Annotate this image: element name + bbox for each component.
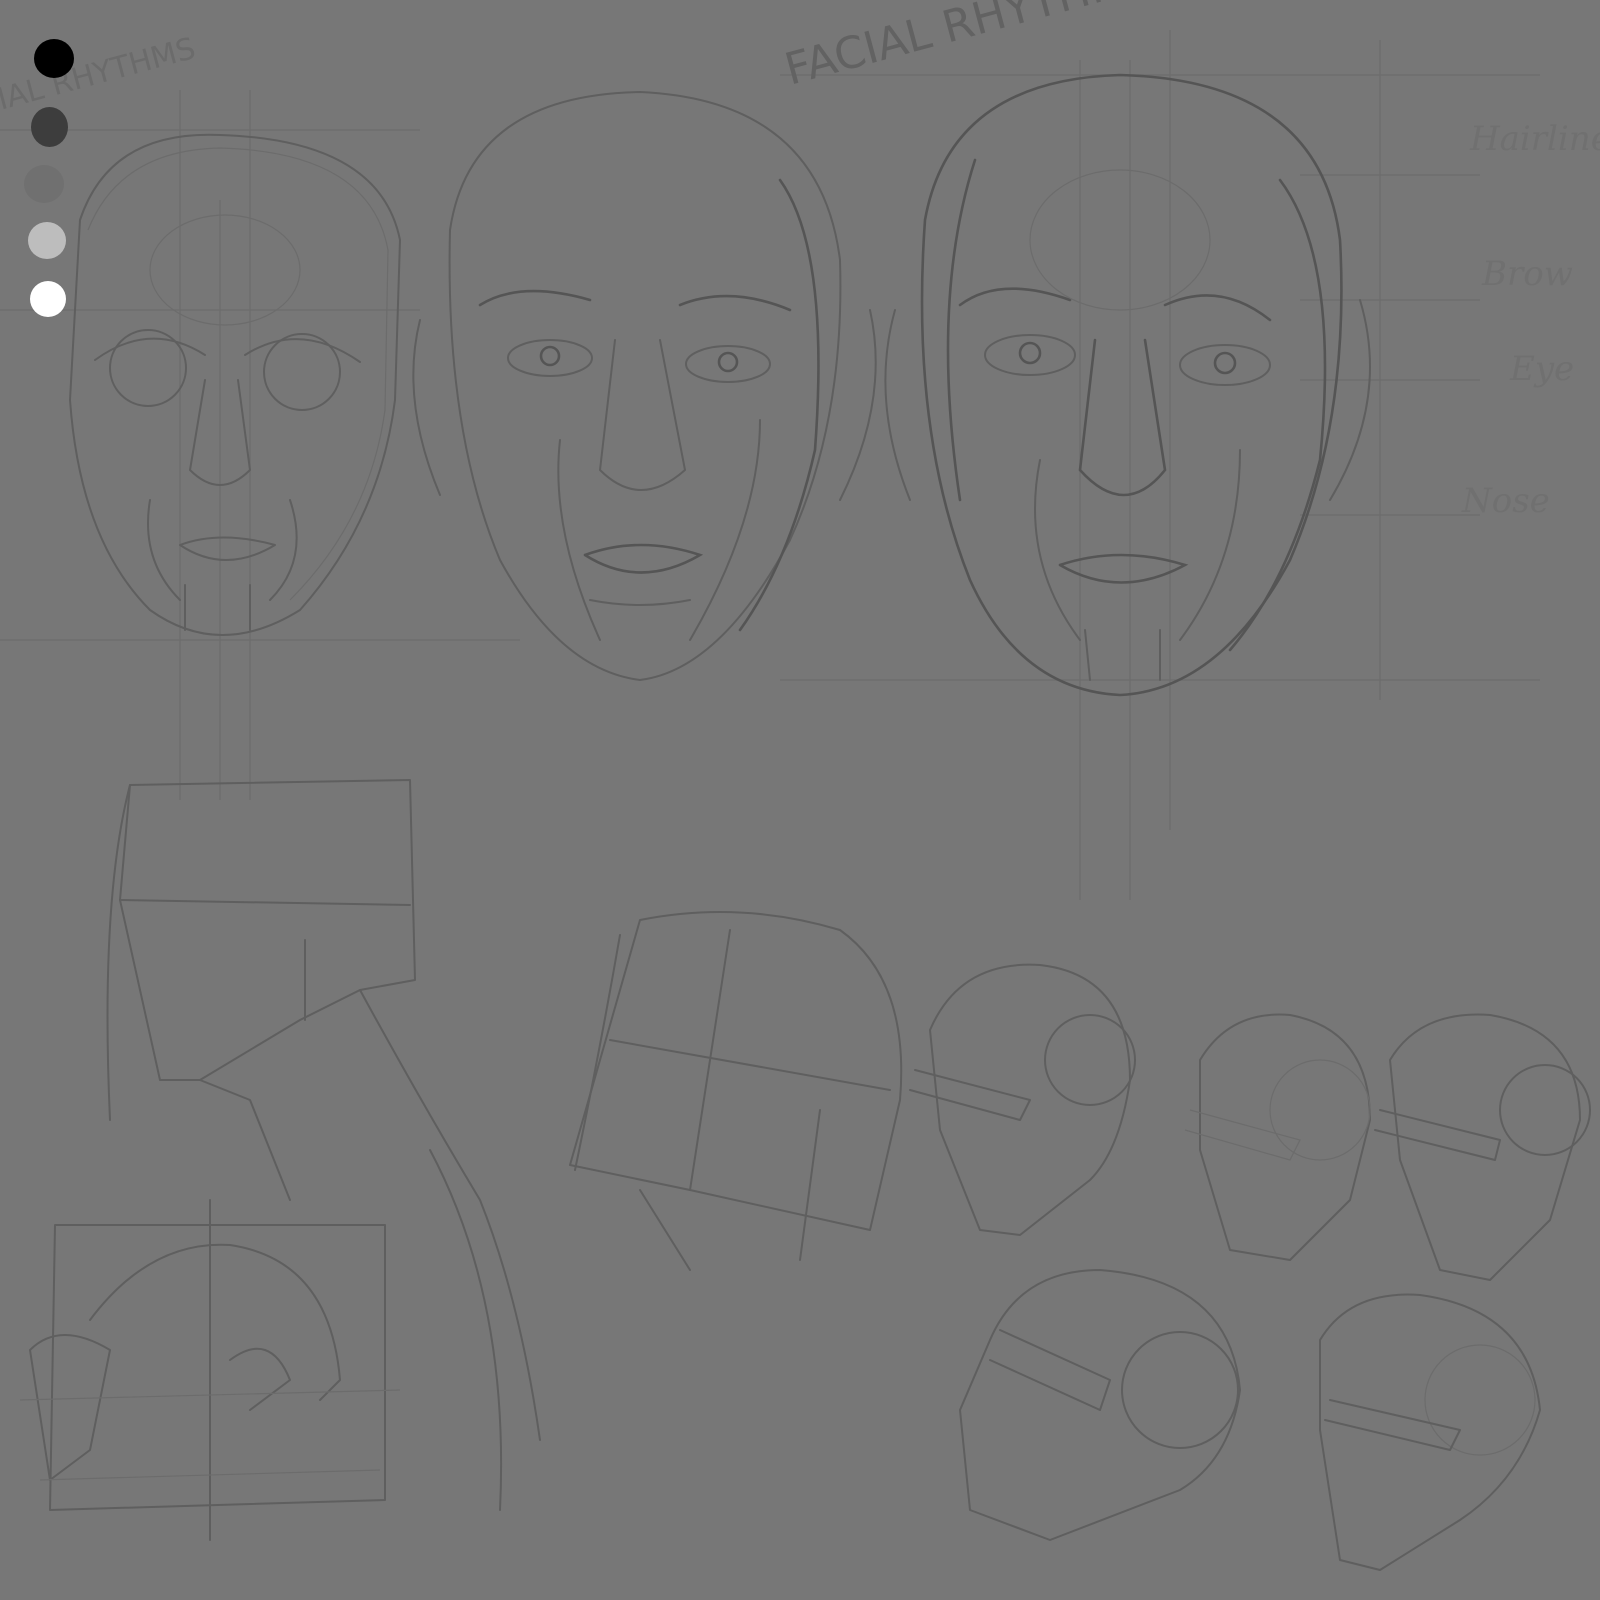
- swatch-mid-gray[interactable]: [24, 165, 64, 203]
- guide-lines: [0, 30, 1540, 900]
- box-form-sketches: [19, 779, 903, 1541]
- label-hairline: Hairline: [1469, 119, 1600, 159]
- swatch-light-gray[interactable]: [28, 222, 66, 259]
- title-partial-text: ACIAL RHYTHMS: [0, 31, 199, 128]
- face-sketch-2: [412, 91, 877, 681]
- face-sketch-1: [69, 133, 401, 636]
- swatch-white[interactable]: [30, 281, 66, 317]
- title-text: FACIAL RHYTHMS: [780, 0, 1160, 96]
- label-eye: Eye: [1509, 349, 1574, 389]
- label-brow: Brow: [1481, 254, 1573, 294]
- label-nose: Nose: [1461, 481, 1550, 521]
- swatch-black[interactable]: [34, 39, 74, 78]
- face-sketch-3: [884, 73, 1371, 697]
- swatch-dark-gray[interactable]: [31, 107, 68, 147]
- drawing-canvas[interactable]: FACIAL RHYTHMS ACIAL RHYTHMS Hairline Br…: [0, 0, 1600, 1600]
- sketch-artwork: FACIAL RHYTHMS ACIAL RHYTHMS Hairline Br…: [0, 0, 1600, 1571]
- loomis-head-sketches: [909, 963, 1591, 1571]
